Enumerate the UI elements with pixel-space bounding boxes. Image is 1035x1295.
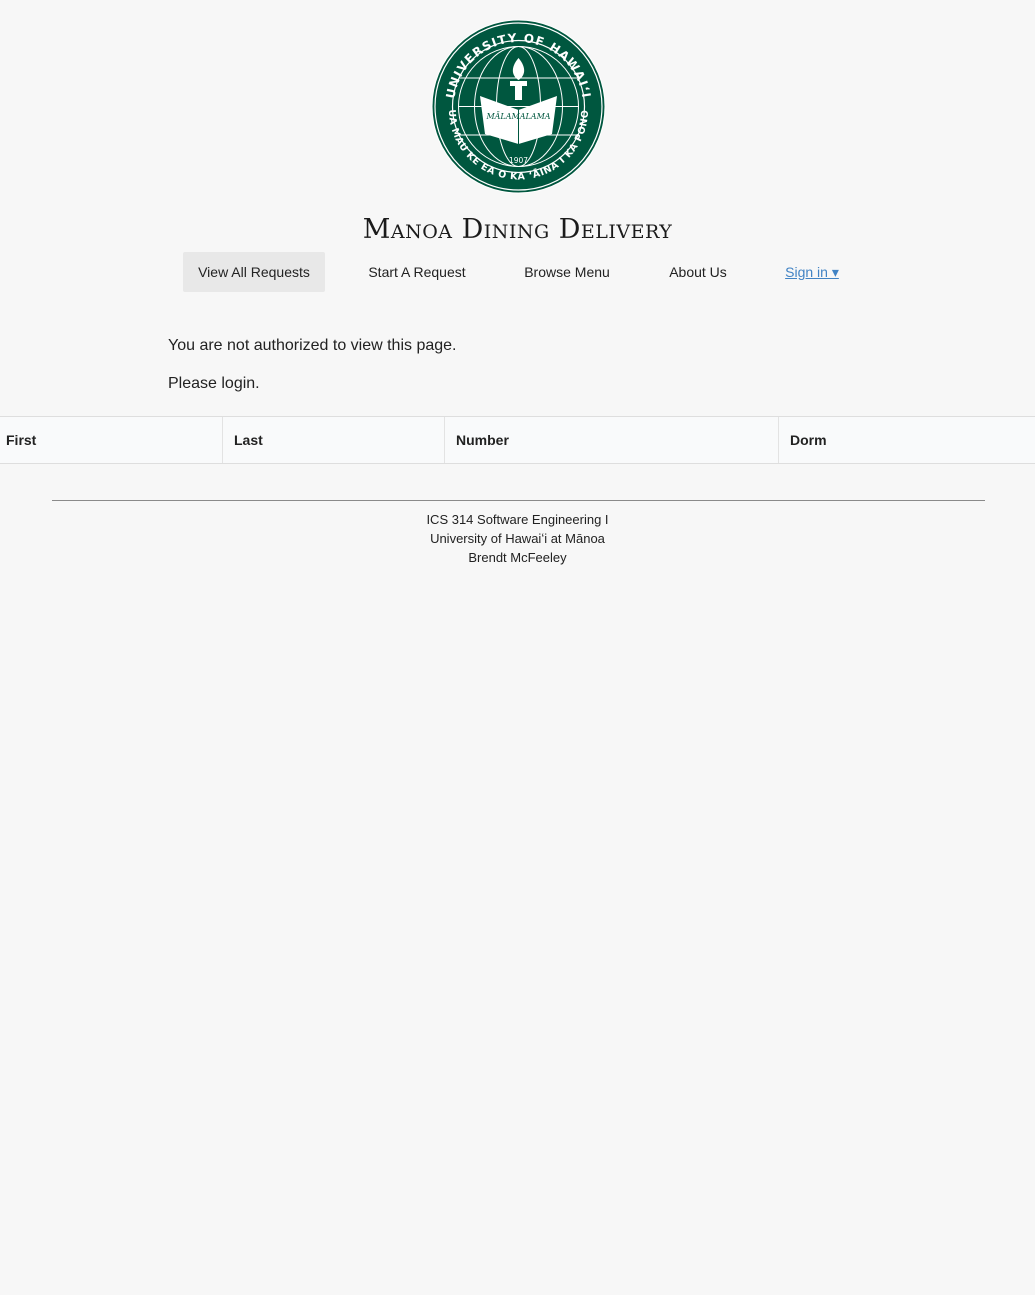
nav-browse-menu[interactable]: Browse Menu bbox=[509, 252, 625, 292]
seal-banner-text: MĀLAMALAMA bbox=[485, 112, 550, 121]
not-authorized-message: You are not authorized to view this page… bbox=[168, 337, 457, 354]
nav-start-request[interactable]: Start A Request bbox=[351, 252, 483, 292]
sign-in-dropdown[interactable]: Sign in ▾ bbox=[781, 252, 843, 292]
column-header-number[interactable]: Number bbox=[444, 417, 778, 463]
nav-view-all-requests[interactable]: View All Requests bbox=[183, 252, 325, 292]
main-nav: View All Requests Start A Request Browse… bbox=[183, 252, 863, 292]
footer-divider bbox=[52, 500, 985, 501]
requests-table-header: First Last Number Dorm bbox=[0, 416, 1035, 464]
site-title: Manoa Dining Delivery bbox=[362, 214, 673, 245]
nav-about-us[interactable]: About Us bbox=[653, 252, 743, 292]
footer-course: ICS 314 Software Engineering I bbox=[426, 512, 609, 527]
column-header-last[interactable]: Last bbox=[222, 417, 444, 463]
column-header-first[interactable]: First bbox=[0, 417, 222, 463]
footer-university: University of Hawaiʻi at Mānoa bbox=[430, 531, 605, 546]
column-header-dorm[interactable]: Dorm bbox=[778, 417, 1035, 463]
seal-graphic: MĀLAMALAMA 1907 UNIVERSITY OF HAWAIʻI UA… bbox=[431, 19, 606, 194]
please-login-message: Please login. bbox=[168, 375, 260, 392]
footer: ICS 314 Software Engineering I Universit… bbox=[0, 510, 1035, 567]
university-seal-logo: MĀLAMALAMA 1907 UNIVERSITY OF HAWAIʻI UA… bbox=[430, 18, 607, 195]
seal-year: 1907 bbox=[509, 156, 528, 165]
footer-author: Brendt McFeeley bbox=[468, 550, 567, 565]
